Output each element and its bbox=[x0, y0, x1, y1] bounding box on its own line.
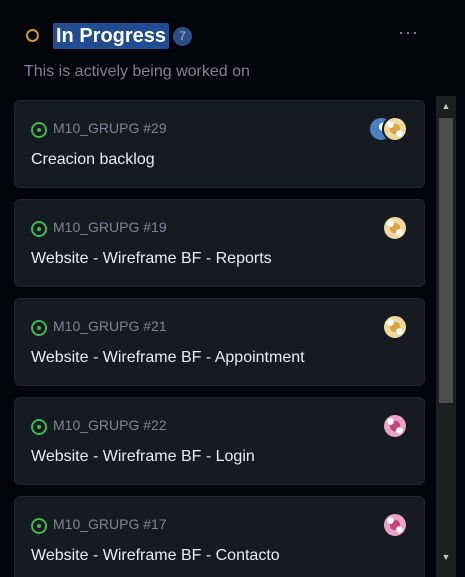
avatar[interactable] bbox=[382, 413, 408, 439]
issue-title[interactable]: Website - Wireframe BF - Login bbox=[31, 448, 255, 466]
issue-reference[interactable]: M10_GRUPG #22 bbox=[53, 417, 167, 433]
column-description: This is actively being worked on bbox=[24, 63, 250, 80]
card-list[interactable]: M10_GRUPG #29 Creacion backlog M10_GRUPG… bbox=[0, 96, 434, 577]
issue-reference[interactable]: M10_GRUPG #17 bbox=[53, 516, 167, 532]
issue-reference[interactable]: M10_GRUPG #19 bbox=[53, 219, 167, 235]
issue-reference[interactable]: M10_GRUPG #29 bbox=[53, 120, 167, 136]
avatar[interactable] bbox=[382, 314, 408, 340]
issue-title[interactable]: Website - Wireframe BF - Reports bbox=[31, 250, 272, 268]
project-column: In Progress 7 ··· This is actively being… bbox=[0, 0, 465, 577]
avatar[interactable] bbox=[382, 116, 408, 142]
issue-open-icon bbox=[31, 320, 47, 336]
scrollbar-thumb[interactable] bbox=[439, 118, 453, 403]
scroll-up-icon[interactable]: ▲ bbox=[436, 98, 456, 114]
issue-card[interactable]: M10_GRUPG #17 Website - Wireframe BF - C… bbox=[14, 496, 425, 577]
issue-card[interactable]: M10_GRUPG #21 Website - Wireframe BF - A… bbox=[14, 298, 425, 386]
issue-title[interactable]: Creacion backlog bbox=[31, 151, 155, 169]
issue-open-icon bbox=[31, 221, 47, 237]
issue-open-icon bbox=[31, 419, 47, 435]
avatar[interactable] bbox=[382, 215, 408, 241]
issue-reference[interactable]: M10_GRUPG #21 bbox=[53, 318, 167, 334]
scroll-down-icon[interactable]: ▼ bbox=[436, 549, 456, 565]
issue-title[interactable]: Website - Wireframe BF - Appointment bbox=[31, 349, 305, 367]
more-options-icon[interactable]: ··· bbox=[398, 22, 419, 43]
column-header: In Progress 7 ··· This is actively being… bbox=[0, 0, 465, 96]
column-title[interactable]: In Progress bbox=[53, 23, 170, 49]
issue-open-icon bbox=[31, 518, 47, 534]
issue-card[interactable]: M10_GRUPG #29 Creacion backlog bbox=[14, 100, 425, 188]
avatar[interactable] bbox=[382, 512, 408, 538]
vertical-scrollbar[interactable]: ▲ ▼ bbox=[436, 96, 456, 577]
issue-title[interactable]: Website - Wireframe BF - Contacto bbox=[31, 547, 280, 565]
circle-status-icon bbox=[26, 29, 39, 42]
item-count-badge: 7 bbox=[173, 27, 192, 46]
issue-card[interactable]: M10_GRUPG #19 Website - Wireframe BF - R… bbox=[14, 199, 425, 287]
issue-card[interactable]: M10_GRUPG #22 Website - Wireframe BF - L… bbox=[14, 397, 425, 485]
issue-open-icon bbox=[31, 122, 47, 138]
